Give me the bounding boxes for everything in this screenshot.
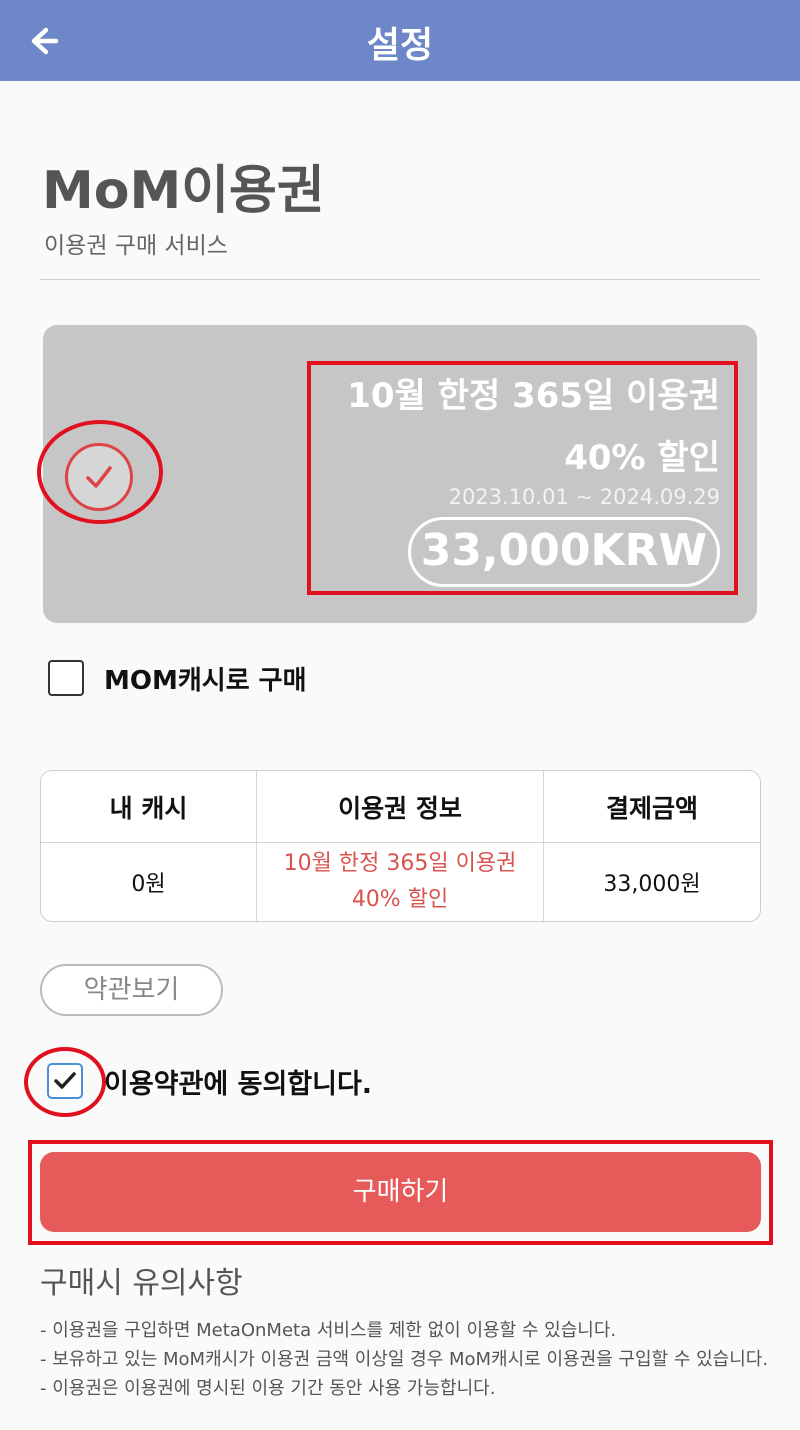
- plan-price: 33,000KRW: [407, 517, 720, 587]
- table-header-amount: 결제금액: [544, 771, 760, 843]
- table-cell-plan-line2: 40% 할인: [351, 887, 449, 912]
- mom-cash-label: MOM캐시로 구매: [104, 666, 307, 696]
- table-header-cash: 내 캐시: [41, 771, 257, 843]
- note-item: - 이용권을 구입하면 MetaOnMeta 서비스를 제한 없이 이용할 수 …: [40, 1320, 617, 1341]
- note-item: - 보유하고 있는 MoM캐시가 이용권 금액 이상일 경우 MoM캐시로 이용…: [40, 1349, 769, 1370]
- table-cell-plan-line1: 10월 한정 365일 이용권: [283, 851, 517, 876]
- mom-cash-checkbox[interactable]: [48, 660, 84, 696]
- table-cell-plan: 10월 한정 365일 이용권 40% 할인: [257, 843, 544, 921]
- appbar-title: 설정: [366, 25, 434, 66]
- check-circle-icon[interactable]: [65, 443, 133, 511]
- app-bar: 설정: [0, 0, 800, 81]
- divider: [40, 279, 760, 280]
- view-terms-button[interactable]: 약관보기: [40, 964, 223, 1016]
- checkmark-icon: [54, 1072, 76, 1089]
- table-cell-cash: 0원: [41, 843, 257, 921]
- plan-discount: 40% 할인: [564, 438, 720, 478]
- plan-name: 10월 한정 365일 이용권: [347, 376, 720, 416]
- table-cell-amount: 33,000원: [603, 872, 701, 897]
- page-subtitle: 이용권 구매 서비스: [44, 233, 228, 259]
- notes-title: 구매시 유의사항: [40, 1266, 243, 1301]
- buy-button[interactable]: 구매하기: [40, 1152, 761, 1232]
- agree-terms-label: 이용약관에 동의합니다.: [104, 1069, 373, 1100]
- notes-list: - 이용권을 구입하면 MetaOnMeta 서비스를 제한 없이 이용할 수 …: [40, 1316, 780, 1403]
- purchase-info-table: 내 캐시 이용권 정보 결제금액 0원 10월 한정 365일 이용권 40% …: [40, 770, 761, 922]
- page-title: MoM이용권: [42, 161, 325, 221]
- note-item: - 이용권은 이용권에 명시된 이용 기간 동안 사용 가능합니다.: [40, 1378, 496, 1399]
- table-header-plan: 이용권 정보: [257, 771, 544, 843]
- agree-terms-checkbox[interactable]: [47, 1063, 83, 1099]
- plan-period: 2023.10.01 ~ 2024.09.29: [448, 485, 720, 509]
